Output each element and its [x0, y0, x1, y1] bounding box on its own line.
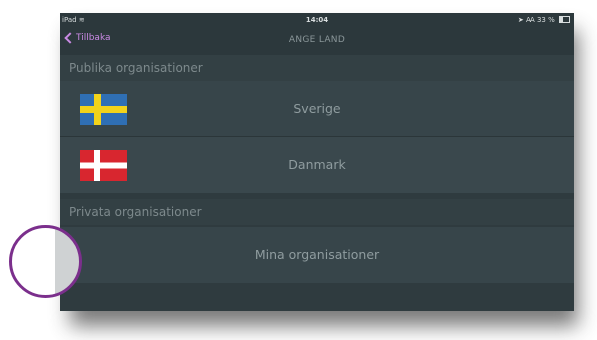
- status-time: 14:04: [305, 16, 329, 24]
- list-item-label: Danmark: [288, 157, 346, 172]
- list-item-danmark[interactable]: Danmark: [60, 137, 574, 193]
- battery-icon: [559, 16, 570, 23]
- nav-bar: Tillbaka ANGE LAND: [60, 29, 574, 55]
- location-icon: ➤: [517, 16, 524, 24]
- page-title: ANGE LAND: [288, 35, 346, 45]
- list-item-sverige[interactable]: Sverige: [60, 81, 574, 137]
- empty-area: [60, 285, 574, 311]
- touch-indicator: [9, 225, 82, 298]
- list-item-mina-organisationer[interactable]: Mina organisationer: [60, 227, 574, 283]
- ipad-screen: iPad ≋ 14:04 ➤ Ꜳ 33 % Tillbaka ANGE LAND…: [60, 13, 574, 311]
- battery-percent: 33 %: [536, 16, 555, 24]
- list-item-label: Sverige: [293, 101, 341, 116]
- bluetooth-icon: Ꜳ: [525, 16, 535, 24]
- status-right: ➤ Ꜳ 33 %: [518, 16, 570, 24]
- section-header-private: Privata organisationer: [60, 199, 574, 225]
- status-bar: iPad ≋ 14:04 ➤ Ꜳ 33 %: [60, 13, 574, 29]
- list-item-label: Mina organisationer: [254, 247, 380, 262]
- section-header-public: Publika organisationer: [60, 55, 574, 81]
